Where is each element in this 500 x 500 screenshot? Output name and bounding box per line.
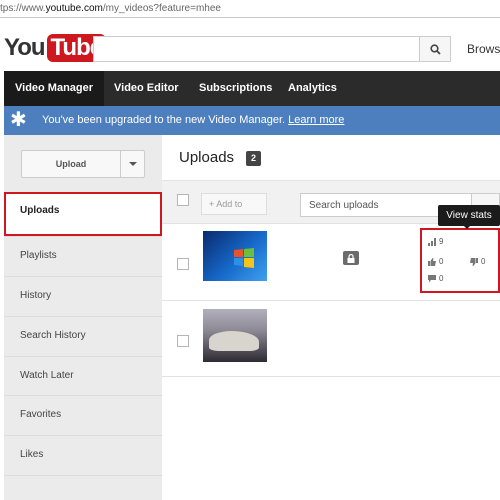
sidebar-item-label: Likes (20, 449, 44, 460)
sidebar-item-more[interactable] (4, 475, 162, 500)
dislikes-stat: 0 (470, 257, 485, 266)
tab-subscriptions[interactable]: Subscriptions (199, 71, 272, 106)
upload-dropdown-toggle[interactable] (121, 151, 145, 177)
uploads-panel: Uploads 2 + Add to (162, 135, 500, 500)
sidebar-item-search-history[interactable]: Search History (4, 316, 162, 354)
thumbs-up-icon (428, 257, 436, 266)
likes-stat: 0 (428, 257, 443, 266)
video-checkbox[interactable] (177, 335, 189, 347)
browser-url-bar[interactable]: tps://www.youtube.com/my_videos?feature=… (0, 0, 500, 18)
video-checkbox[interactable] (177, 258, 189, 270)
youtube-logo[interactable]: You Tube (4, 34, 107, 62)
sidebar-item-likes[interactable]: Likes (4, 435, 162, 473)
video-row[interactable] (162, 302, 500, 377)
url-text: tps://www.youtube.com/my_videos?feature=… (0, 3, 221, 14)
page-title: Uploads (179, 149, 235, 166)
main-nav: Video Manager Video Editor Subscriptions… (4, 71, 500, 106)
browse-link[interactable]: Browse (467, 42, 500, 56)
dislikes-count: 0 (481, 257, 486, 266)
comment-icon (428, 274, 436, 282)
windows-logo-icon (234, 248, 254, 268)
tab-video-editor[interactable]: Video Editor (114, 71, 179, 106)
video-stats[interactable]: 9 0 0 0 (420, 228, 500, 293)
star-icon: ✱ (10, 109, 27, 131)
bar-chart-icon (428, 237, 436, 246)
site-search-input[interactable] (93, 36, 420, 62)
logo-you-text: You (4, 34, 46, 61)
comments-stat: 0 (428, 274, 443, 283)
sidebar-item-label: Playlists (20, 250, 57, 261)
sidebar-item-uploads[interactable]: Uploads (4, 192, 162, 236)
video-thumbnail[interactable] (203, 309, 267, 362)
upload-button-label: Upload (55, 159, 87, 169)
masthead: You Tube Browse (0, 18, 500, 71)
sidebar-item-label: Uploads (20, 205, 60, 216)
lock-icon (343, 251, 359, 265)
sidebar-item-history[interactable]: History (4, 276, 162, 314)
select-all-checkbox[interactable] (177, 194, 189, 206)
sidebar-item-favorites[interactable]: Favorites (4, 395, 162, 433)
chevron-down-icon (129, 162, 137, 166)
search-icon (429, 43, 441, 55)
sidebar: Upload Uploads Playlists History Search … (4, 135, 162, 500)
sidebar-item-label: Search History (20, 330, 86, 341)
add-to-button[interactable]: + Add to (201, 193, 267, 215)
tab-video-manager[interactable]: Video Manager (4, 71, 105, 106)
thumbs-down-icon (470, 257, 478, 266)
upload-count-badge: 2 (246, 151, 261, 166)
view-stats-tooltip: View stats (438, 205, 500, 226)
learn-more-link[interactable]: Learn more (288, 114, 344, 126)
site-search-button[interactable] (420, 36, 451, 62)
likes-count: 0 (439, 257, 444, 266)
comments-count: 0 (439, 274, 444, 283)
tab-analytics[interactable]: Analytics (288, 71, 337, 106)
sidebar-item-playlists[interactable]: Playlists (4, 236, 162, 274)
tooltip-arrow (463, 225, 471, 229)
views-stat: 9 (428, 237, 443, 246)
upgrade-banner: ✱ You've been upgraded to the new Video … (4, 106, 500, 135)
seal-on-rock-image (209, 331, 259, 351)
sidebar-item-label: Favorites (20, 409, 62, 420)
sidebar-item-watch-later[interactable]: Watch Later (4, 356, 162, 394)
views-count: 9 (439, 237, 444, 246)
video-thumbnail[interactable] (203, 231, 267, 281)
sidebar-item-label: History (20, 290, 52, 301)
upload-button[interactable]: Upload (21, 150, 145, 178)
sidebar-item-label: Watch Later (20, 370, 74, 381)
banner-message: You've been upgraded to the new Video Ma… (42, 114, 345, 126)
